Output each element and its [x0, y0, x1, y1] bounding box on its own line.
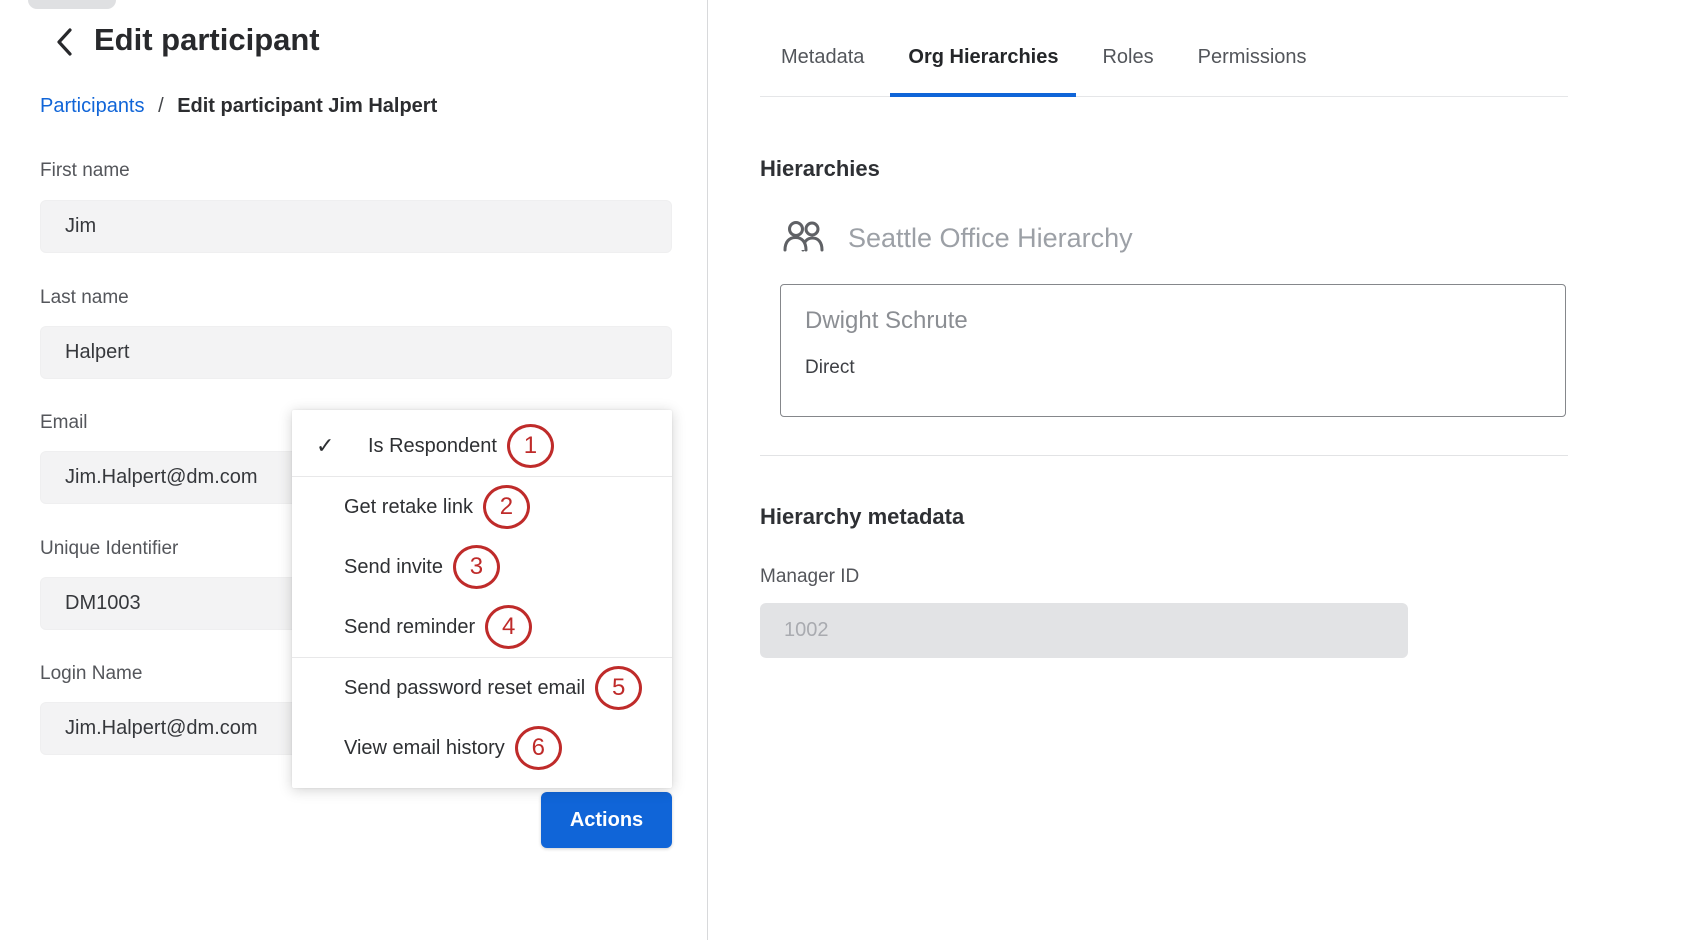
breadcrumb: Participants / Edit participant Jim Halp… [40, 95, 437, 118]
tab-org-hierarchies[interactable]: Org Hierarchies [906, 18, 1060, 96]
menu-item-label: Is Respondent [368, 435, 497, 458]
manager-id-field: 1002 [760, 603, 1408, 658]
tab-permissions[interactable]: Permissions [1196, 18, 1309, 96]
annotation-badge-3: 3 [453, 545, 500, 589]
last-name-label: Last name [40, 287, 129, 309]
menu-item-view-email-history[interactable]: View email history 6 [292, 718, 672, 778]
annotation-badge-2: 2 [483, 485, 530, 529]
detail-tabs: Metadata Org Hierarchies Roles Permissio… [760, 0, 1568, 97]
menu-item-send-reminder[interactable]: Send reminder 4 [292, 597, 672, 657]
menu-item-send-password-reset-email[interactable]: Send password reset email 5 [292, 658, 672, 718]
last-name-field[interactable]: Halpert [40, 326, 672, 379]
menu-item-label: Send reminder [344, 616, 475, 639]
hierarchies-heading: Hierarchies [760, 156, 880, 182]
partial-tab-decoration [28, 0, 116, 9]
unique-identifier-label: Unique Identifier [40, 538, 178, 560]
first-name-field[interactable]: Jim [40, 200, 672, 253]
actions-button[interactable]: Actions [541, 792, 672, 848]
menu-item-label: View email history [344, 737, 505, 760]
menu-item-label: Send password reset email [344, 677, 585, 700]
menu-item-is-respondent[interactable]: ✓ Is Respondent 1 [292, 416, 672, 476]
chevron-left-icon [55, 27, 73, 62]
hierarchy-metadata-heading: Hierarchy metadata [760, 504, 964, 530]
menu-item-label: Send invite [344, 556, 443, 579]
participant-details-panel: Metadata Org Hierarchies Roles Permissio… [708, 0, 1700, 940]
annotation-badge-1: 1 [507, 424, 554, 468]
first-name-label: First name [40, 160, 130, 182]
manager-id-label: Manager ID [760, 566, 859, 588]
check-icon: ✓ [316, 433, 342, 459]
breadcrumb-participants-link[interactable]: Participants [40, 95, 145, 117]
login-name-label: Login Name [40, 663, 142, 685]
back-button[interactable] [50, 28, 78, 60]
people-icon [782, 220, 826, 257]
annotation-badge-5: 5 [595, 666, 642, 710]
tab-roles[interactable]: Roles [1100, 18, 1155, 96]
breadcrumb-current: Edit participant Jim Halpert [177, 95, 437, 117]
menu-item-get-retake-link[interactable]: Get retake link 2 [292, 477, 672, 537]
page-title: Edit participant [94, 22, 320, 58]
section-divider [760, 455, 1568, 456]
email-label: Email [40, 412, 88, 434]
edit-participant-panel: Edit participant Participants / Edit par… [0, 0, 707, 940]
menu-item-send-invite[interactable]: Send invite 3 [292, 537, 672, 597]
hierarchy-name: Seattle Office Hierarchy [848, 223, 1133, 254]
tab-metadata[interactable]: Metadata [779, 18, 866, 96]
breadcrumb-separator: / [158, 95, 164, 117]
menu-item-label: Get retake link [344, 496, 473, 519]
evaluator-name: Dwight Schrute [805, 307, 1541, 335]
evaluator-card[interactable]: Dwight Schrute Direct [780, 284, 1566, 417]
hierarchy-row[interactable]: Seattle Office Hierarchy [782, 216, 1133, 260]
evaluator-relationship: Direct [805, 357, 1541, 379]
actions-dropdown-menu: ✓ Is Respondent 1 Get retake link 2 Send… [292, 410, 672, 788]
annotation-badge-6: 6 [515, 726, 562, 770]
annotation-badge-4: 4 [485, 605, 532, 649]
